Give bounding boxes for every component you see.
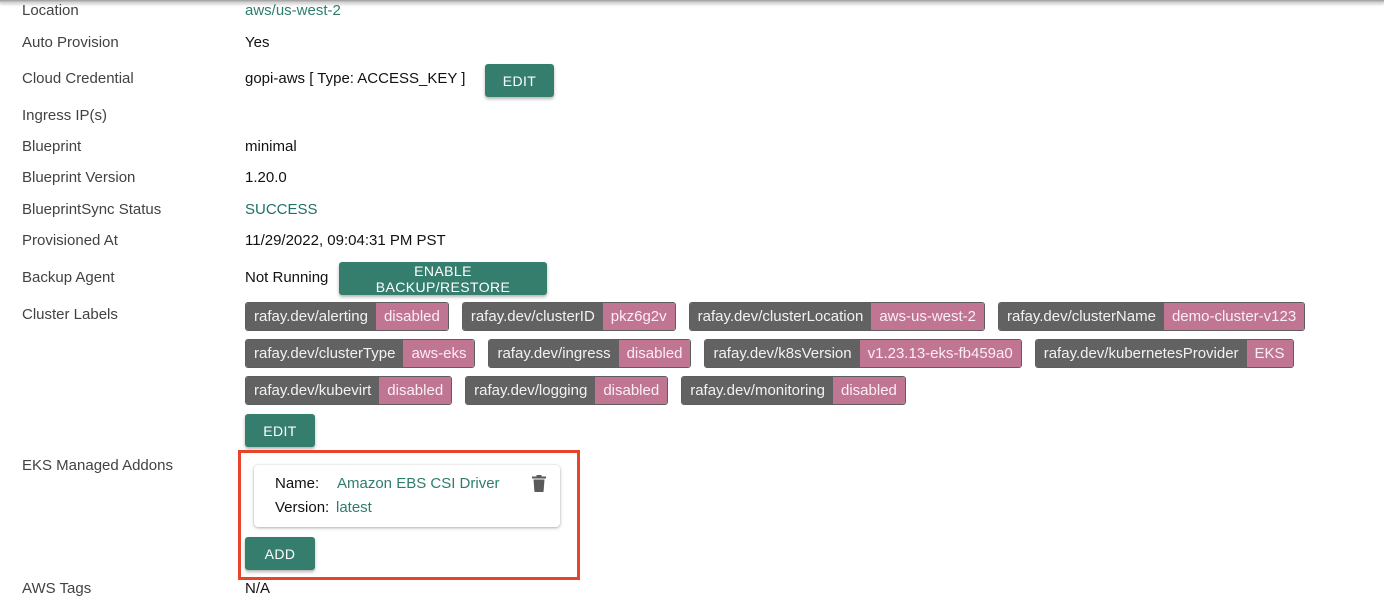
cluster-label-chip: rafay.dev/clusterType aws-eks [245, 339, 476, 368]
cluster-label-value: v1.23.13-eks-fb459a0 [859, 340, 1021, 367]
cluster-label-chip: rafay.dev/clusterLocation aws-us-west-2 [688, 302, 985, 331]
addon-version-value: latest [336, 499, 372, 516]
trash-icon[interactable] [532, 475, 546, 492]
provisioned-at-label: Provisioned At [22, 232, 118, 249]
cluster-label-key: rafay.dev/ingress [489, 340, 619, 367]
cluster-label-value: aws-us-west-2 [871, 303, 984, 330]
cluster-label-value: disabled [618, 340, 691, 367]
cluster-label-value: disabled [375, 303, 448, 330]
cluster-label-value: disabled [595, 377, 668, 404]
cluster-label-chip: rafay.dev/clusterName demo-cluster-v123 [998, 302, 1306, 331]
cluster-labels-row: rafay.dev/clusterType aws-eks rafay.dev/in… [245, 339, 1365, 368]
addon-name-value: Amazon EBS CSI Driver [337, 475, 500, 492]
cluster-label-key: rafay.dev/clusterType [246, 340, 404, 367]
auto-provision-value: Yes [245, 34, 270, 51]
cluster-label-chip: rafay.dev/ingress disabled [488, 339, 692, 368]
addon-card: Name: Amazon EBS CSI Driver Version: lates… [254, 465, 560, 527]
cluster-label-key: rafay.dev/monitoring [682, 377, 833, 404]
cluster-label-value: aws-eks [403, 340, 475, 367]
cloud-credential-value: gopi-aws [ Type: ACCESS_KEY ] [245, 70, 466, 87]
ingress-ips-label: Ingress IP(s) [22, 107, 108, 124]
cluster-label-chip: rafay.dev/k8sVersion v1.23.13-eks-fb459a0 [704, 339, 1022, 368]
cluster-label-key: rafay.dev/kubernetesProvider [1035, 340, 1247, 367]
cluster-label-chip: rafay.dev/alerting disabled [245, 302, 449, 331]
backup-agent-value: Not Running [245, 269, 329, 286]
cluster-label-chip: rafay.dev/clusterID pkz6g2v [461, 302, 676, 331]
backup-agent-label: Backup Agent [22, 269, 115, 286]
blueprint-version-label: Blueprint Version [22, 169, 136, 186]
blueprint-sync-status-value: SUCCESS [245, 201, 318, 218]
cluster-label-key: rafay.dev/logging [466, 377, 596, 404]
auto-provision-label: Auto Provision [22, 34, 119, 51]
blueprint-label: Blueprint [22, 138, 82, 155]
cluster-label-value: pkz6g2v [602, 303, 675, 330]
eks-addons-label: EKS Managed Addons [22, 457, 173, 474]
blueprint-value: minimal [245, 138, 297, 155]
enable-backup-restore-button[interactable]: ENABLE BACKUP/RESTORE [339, 262, 547, 295]
addon-name-key: Name: [275, 475, 320, 492]
cluster-label-key: rafay.dev/clusterID [462, 303, 603, 330]
cluster-label-key: rafay.dev/clusterLocation [689, 303, 872, 330]
cluster-labels-list: rafay.dev/alerting disabled rafay.dev/clus… [245, 302, 1365, 413]
addon-version-line: Version: latest [275, 499, 372, 516]
add-addon-button[interactable]: ADD [245, 537, 315, 570]
edit-cloud-credential-button[interactable]: EDIT [485, 64, 554, 97]
provisioned-at-value: 11/29/2022, 09:04:31 PM PST [245, 232, 446, 249]
location-label: Location [22, 2, 79, 19]
addon-name-line: Name: Amazon EBS CSI Driver [275, 475, 500, 492]
aws-tags-label: AWS Tags [22, 580, 92, 597]
cluster-label-chip: rafay.dev/monitoring disabled [681, 376, 906, 405]
cluster-labels-label: Cluster Labels [22, 306, 118, 323]
cluster-label-key: rafay.dev/kubevirt [246, 377, 380, 404]
cluster-label-chip: rafay.dev/kubevirt disabled [245, 376, 453, 405]
cluster-label-chip: rafay.dev/logging disabled [465, 376, 669, 405]
cluster-label-key: rafay.dev/alerting [246, 303, 376, 330]
edit-cluster-labels-button[interactable]: EDIT [245, 414, 315, 447]
aws-tags-value: N/A [245, 580, 271, 597]
location-value[interactable]: aws/us-west-2 [245, 2, 341, 19]
cluster-label-key: rafay.dev/clusterName [999, 303, 1164, 330]
cloud-credential-label: Cloud Credential [22, 70, 134, 87]
blueprint-sync-status-label: BlueprintSync Status [22, 201, 162, 218]
blueprint-version-value: 1.20.0 [245, 169, 287, 186]
cluster-label-value: disabled [379, 377, 452, 404]
header-shadow [0, 0, 1384, 3]
cluster-label-value: demo-cluster-v123 [1163, 303, 1305, 330]
cluster-label-value: disabled [833, 377, 905, 404]
addon-version-key: Version: [275, 499, 330, 516]
cluster-labels-row: rafay.dev/kubevirt disabled rafay.dev/logg… [245, 376, 1365, 405]
cluster-label-chip: rafay.dev/kubernetesProvider EKS [1034, 339, 1294, 368]
cluster-label-key: rafay.dev/k8sVersion [705, 340, 860, 367]
cluster-labels-row: rafay.dev/alerting disabled rafay.dev/clus… [245, 302, 1365, 331]
cluster-label-value: EKS [1246, 340, 1293, 367]
